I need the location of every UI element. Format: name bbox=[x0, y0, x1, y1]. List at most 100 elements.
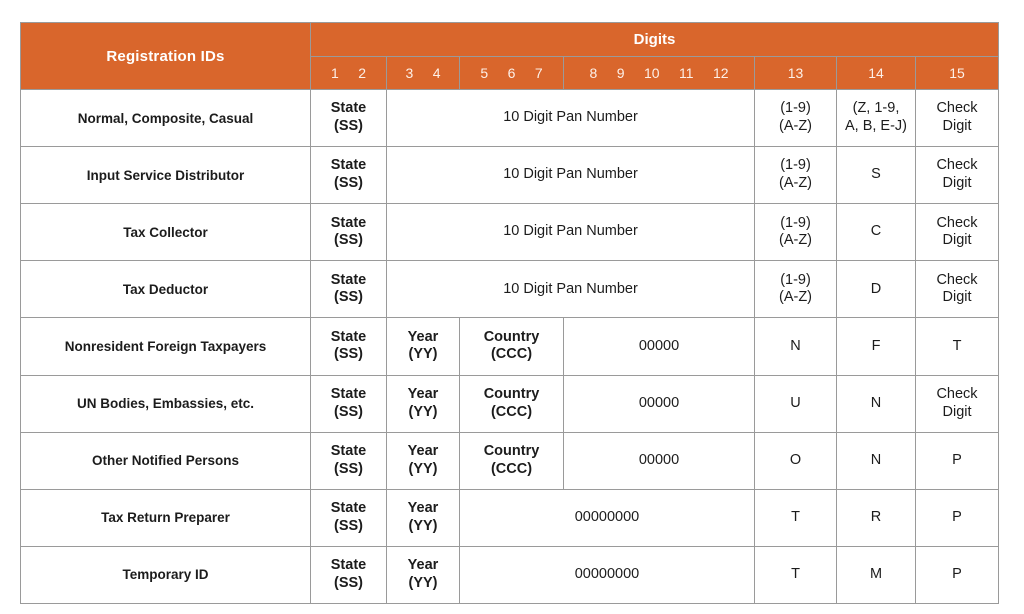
table-header: Registration IDs Digits 1 2 3 4 5 6 7 8 … bbox=[20, 22, 1000, 90]
cell-digit-15-line2: Digit bbox=[942, 289, 972, 306]
cell-state: State (SS) bbox=[310, 260, 387, 319]
cell-digit-13: (1-9) (A-Z) bbox=[754, 88, 837, 148]
digit-number-3: 3 bbox=[405, 64, 414, 81]
header-registration-ids: Registration IDs bbox=[20, 22, 311, 90]
cell-digit-15-line2: Digit bbox=[942, 118, 972, 135]
registration-ids-table-container: Registration IDs Digits 1 2 3 4 5 6 7 8 … bbox=[20, 22, 1000, 605]
country-format: (CCC) bbox=[490, 403, 533, 420]
cell-digit-15-line2: Digit bbox=[942, 403, 972, 420]
state-label: State bbox=[330, 328, 367, 345]
year-format: (YY) bbox=[408, 574, 438, 591]
cell-digit-13-line1: T bbox=[791, 566, 800, 583]
cell-digit-15-line1: P bbox=[952, 451, 962, 468]
row-label: UN Bodies, Embassies, etc. bbox=[20, 374, 311, 433]
cell-digit-15: P bbox=[914, 488, 1000, 547]
registration-ids-table: Registration IDs Digits 1 2 3 4 5 6 7 8 … bbox=[20, 22, 1000, 605]
cell-digit-15-line1: P bbox=[952, 508, 962, 525]
cell-digit-15-line2: Digit bbox=[942, 232, 972, 249]
state-format: (SS) bbox=[334, 289, 363, 306]
year-label: Year bbox=[407, 500, 439, 517]
cell-digit-14-line1: R bbox=[870, 508, 882, 525]
cell-digit-15: T bbox=[914, 317, 1000, 376]
row-label: Tax Deductor bbox=[20, 260, 311, 319]
row-label: Other Notified Persons bbox=[20, 431, 311, 490]
cell-state: State (SS) bbox=[310, 488, 387, 547]
digit-number-8: 8 bbox=[589, 64, 598, 81]
digit-number-1: 1 bbox=[330, 64, 339, 81]
state-label: State bbox=[330, 557, 367, 574]
cell-state: State (SS) bbox=[310, 203, 387, 262]
cell-digit-13-line1: T bbox=[791, 508, 800, 525]
year-label: Year bbox=[407, 557, 439, 574]
cell-digit-13-line1: (1-9) bbox=[780, 100, 811, 117]
year-label: Year bbox=[407, 328, 439, 345]
cell-digit-15-line2: Digit bbox=[942, 175, 972, 192]
cell-digit-14-line1: (Z, 1-9, bbox=[852, 100, 900, 117]
cell-digit-15: Check Digit bbox=[914, 374, 1000, 433]
cell-digit-13-line1: U bbox=[790, 394, 801, 411]
cell-digit-14: N bbox=[836, 431, 916, 490]
year-format: (YY) bbox=[408, 517, 438, 534]
cell-digit-13-line1: (1-9) bbox=[780, 157, 811, 174]
year-format: (YY) bbox=[408, 403, 438, 420]
digit-number-9: 9 bbox=[616, 64, 625, 81]
cell-digit-15-line1: Check bbox=[936, 385, 978, 402]
cell-country: Country (CCC) bbox=[459, 317, 564, 376]
state-label: State bbox=[330, 100, 367, 117]
cell-digit-14: F bbox=[836, 317, 916, 376]
digit-number-15: 15 bbox=[914, 55, 1000, 90]
country-label: Country bbox=[483, 385, 540, 402]
state-format: (SS) bbox=[334, 403, 363, 420]
cell-digit-15: Check Digit bbox=[914, 203, 1000, 262]
cell-digit-13-line2: (A-Z) bbox=[778, 118, 812, 135]
cell-digit-14-line1: N bbox=[870, 451, 882, 468]
table-row: UN Bodies, Embassies, etc. State (SS) Year(… bbox=[20, 374, 1000, 433]
digit-number-4: 4 bbox=[432, 64, 441, 81]
cell-digit-15: Check Digit bbox=[914, 88, 1000, 148]
digit-number-3-4: 3 4 bbox=[386, 55, 460, 90]
cell-digit-14: (Z, 1-9, A, B, E-J) bbox=[836, 88, 916, 148]
digit-number-1-2: 1 2 bbox=[310, 55, 387, 90]
year-label: Year bbox=[407, 443, 439, 460]
row-label: Nonresident Foreign Taxpayers bbox=[20, 317, 311, 376]
cell-state: State (SS) bbox=[310, 431, 387, 490]
state-format: (SS) bbox=[334, 517, 363, 534]
digit-number-12: 12 bbox=[712, 64, 729, 81]
cell-digit-15-line1: Check bbox=[936, 100, 978, 117]
cell-digit-14-line1: N bbox=[870, 394, 882, 411]
cell-digit-14-line1: F bbox=[871, 337, 881, 354]
state-label: State bbox=[330, 271, 367, 288]
cell-zeros: 00000 bbox=[563, 431, 755, 490]
cell-digit-14-line1: S bbox=[871, 166, 881, 183]
header-digits: Digits bbox=[309, 22, 1000, 57]
cell-digit-13-line1: O bbox=[789, 451, 802, 468]
cell-digit-13-line1: (1-9) bbox=[780, 214, 811, 231]
row-label: Temporary ID bbox=[20, 545, 311, 605]
cell-digit-13: T bbox=[754, 545, 837, 605]
cell-digit-14: S bbox=[836, 146, 916, 205]
cell-digit-13: T bbox=[754, 488, 837, 547]
cell-year: Year (YY) bbox=[386, 488, 460, 547]
row-label: Tax Collector bbox=[20, 203, 311, 262]
cell-zeros: 00000 bbox=[563, 374, 755, 433]
cell-digit-13: (1-9) (A-Z) bbox=[754, 146, 837, 205]
cell-state: State (SS) bbox=[310, 146, 387, 205]
cell-state: State (SS) bbox=[310, 88, 387, 148]
cell-digit-13-line1: N bbox=[790, 337, 801, 354]
cell-zeros: 00000 bbox=[563, 317, 755, 376]
cell-digit-15: P bbox=[914, 431, 1000, 490]
row-label: Input Service Distributor bbox=[20, 146, 311, 205]
state-label: State bbox=[330, 500, 367, 517]
digit-number-6: 6 bbox=[507, 64, 516, 81]
header-row-top: Registration IDs Digits bbox=[20, 22, 1000, 90]
cell-zeros: 00000000 bbox=[459, 545, 755, 605]
digit-number-5-7: 5 6 7 bbox=[459, 55, 564, 90]
state-label: State bbox=[330, 385, 367, 402]
cell-digit-15: Check Digit bbox=[914, 260, 1000, 319]
table-row: Tax Collector State (SS) 10 Digit Pan Numbe… bbox=[20, 203, 1000, 262]
cell-digit-15-line1: P bbox=[952, 566, 962, 583]
table-row: Input Service Distributor State (SS) 10 Dig… bbox=[20, 146, 1000, 205]
cell-digit-13-line2: (A-Z) bbox=[778, 232, 812, 249]
table-row: Temporary ID State (SS) Year (YY) 00000000 T M P bbox=[20, 545, 1000, 605]
digit-number-14: 14 bbox=[836, 55, 916, 90]
